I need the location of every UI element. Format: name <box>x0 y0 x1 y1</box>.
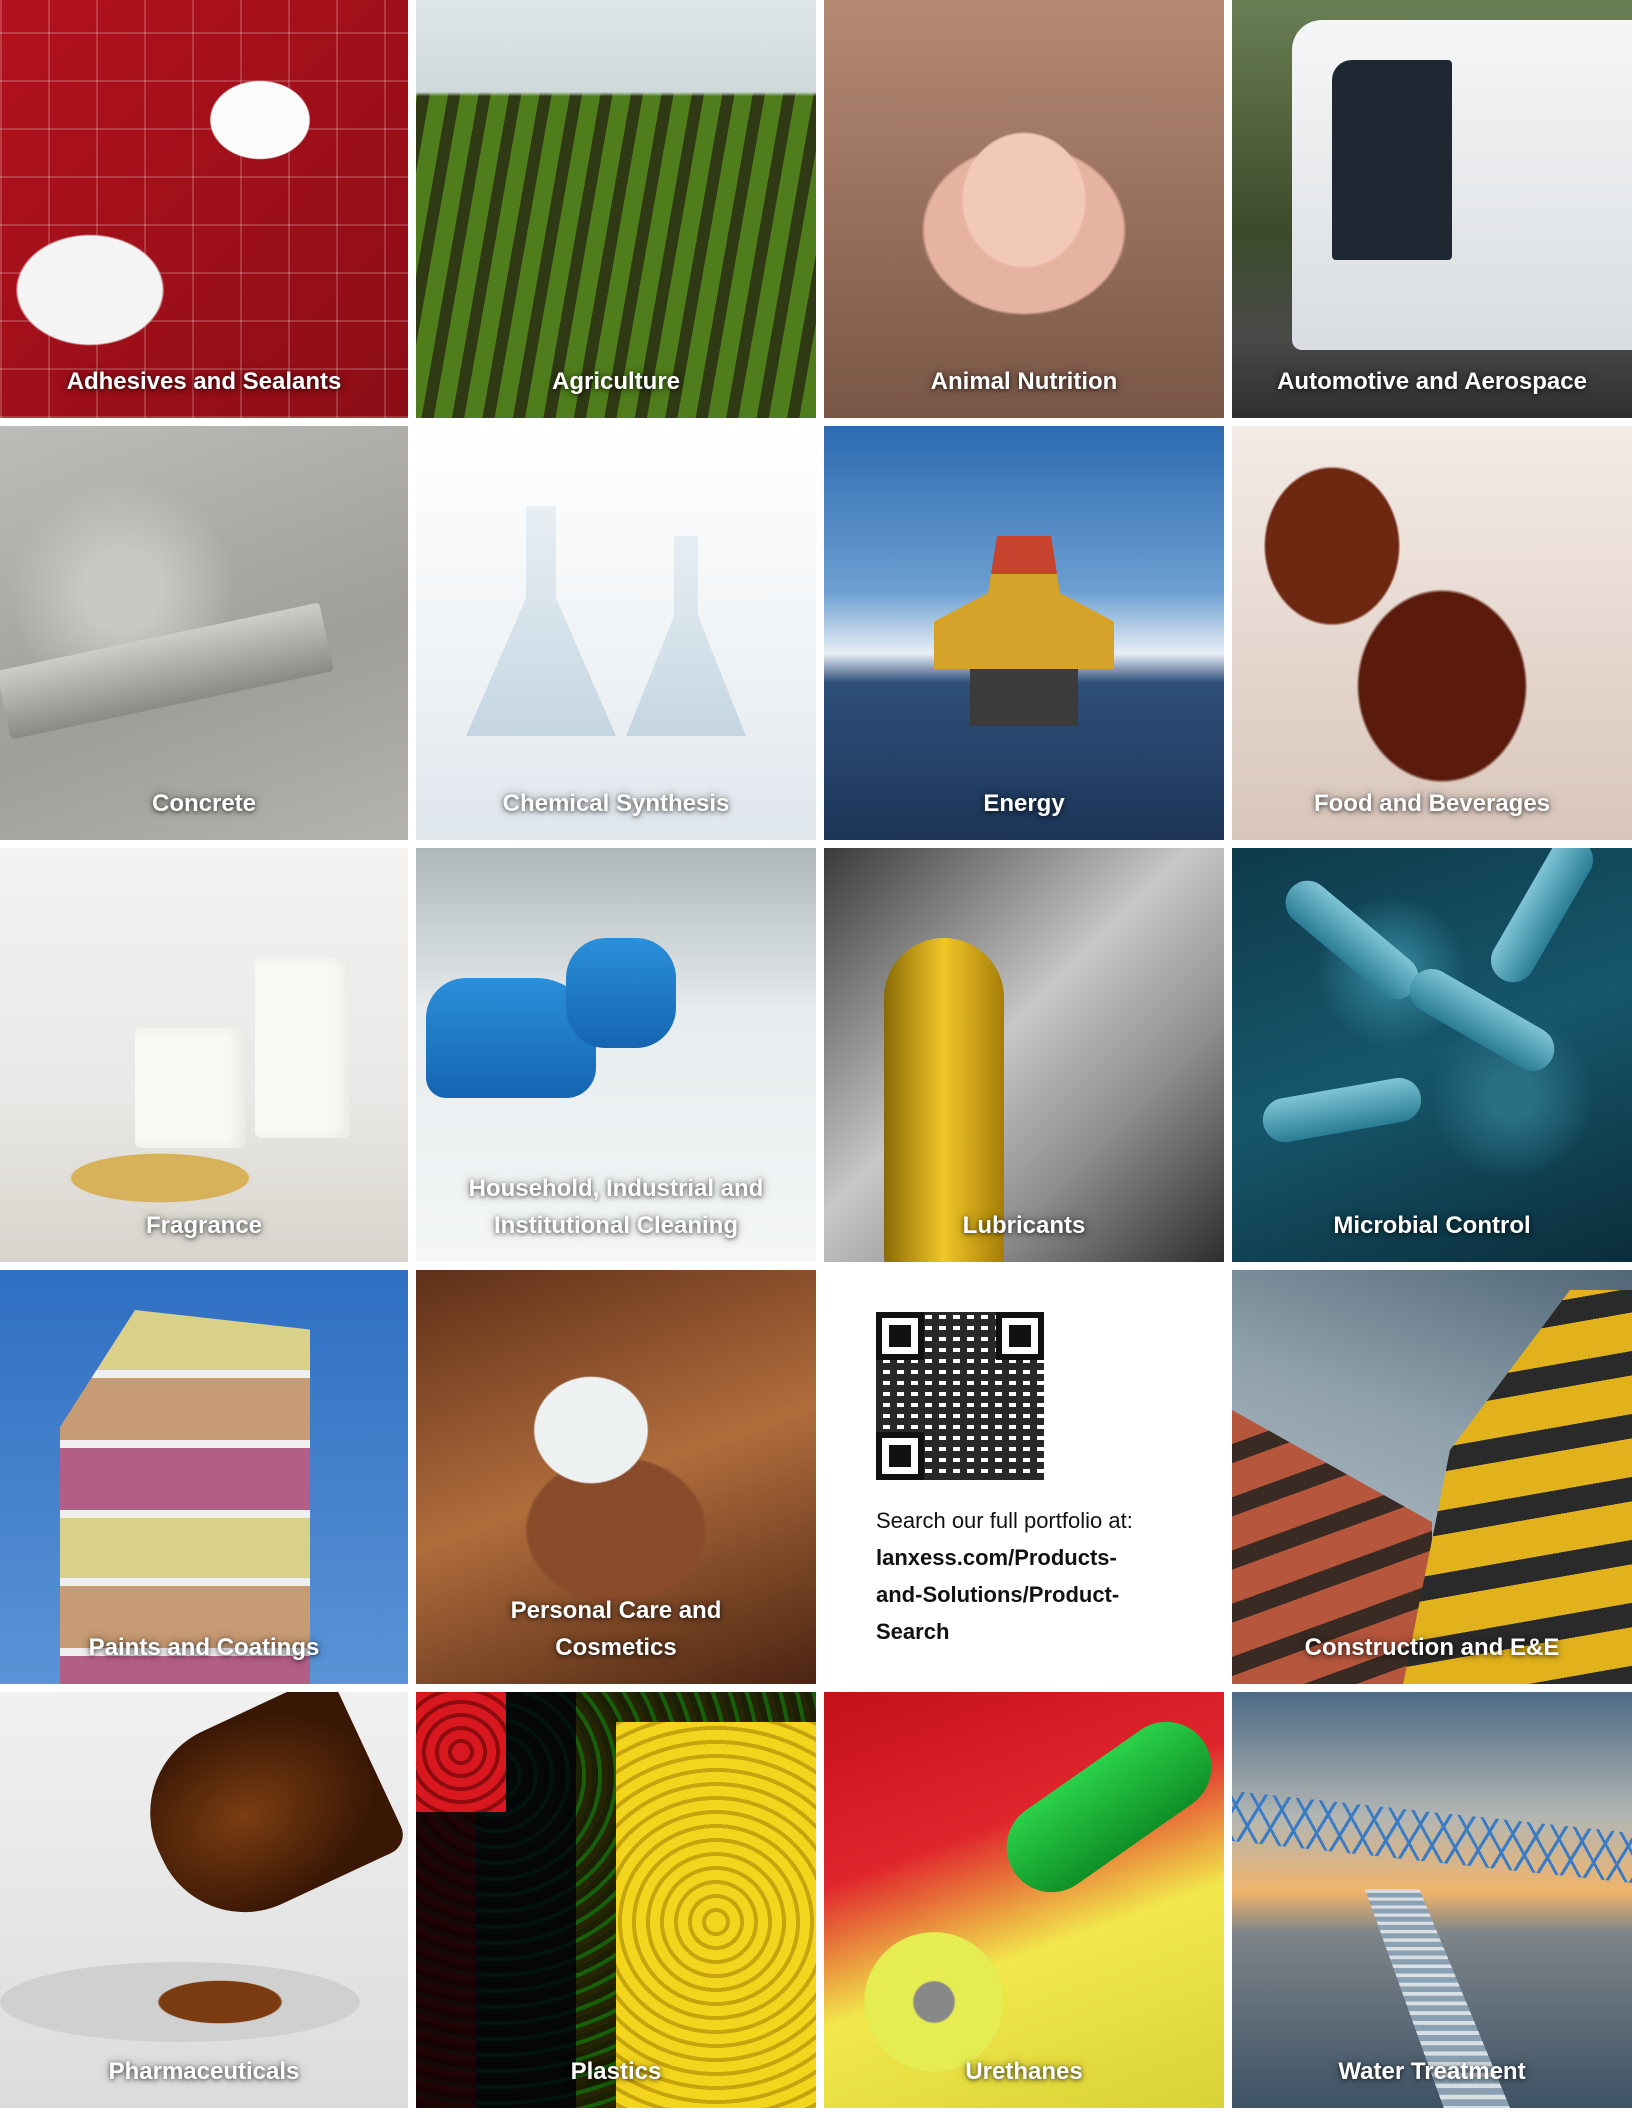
candle-illustration <box>255 958 350 1138</box>
tile-paints-and-coatings[interactable]: Paints and Coatings <box>0 1270 408 1684</box>
tile-label: Urethanes <box>965 2058 1083 2085</box>
wheel-illustration <box>864 1932 1004 2072</box>
bus-illustration <box>1292 20 1632 350</box>
tile-food-and-beverages[interactable]: Food and Beverages <box>1232 426 1632 840</box>
adhesives-image <box>0 0 408 418</box>
tile-agriculture[interactable]: Agriculture <box>416 0 816 418</box>
tile-lubricants[interactable]: Lubricants <box>824 848 1224 1262</box>
tile-automotive-and-aerospace[interactable]: Automotive and Aerospace <box>1232 0 1632 418</box>
portfolio-link-line: and-Solutions/Product- <box>876 1582 1120 1607</box>
portfolio-link[interactable]: lanxess.com/Products- and-Solutions/Prod… <box>876 1539 1206 1650</box>
spoon-illustration <box>0 1962 360 2042</box>
animal-nutrition-image <box>824 0 1224 418</box>
portfolio-link-line: lanxess.com/Products- <box>876 1545 1117 1570</box>
tile-label: Plastics <box>570 2058 662 2085</box>
tile-label: Pharmaceuticals <box>108 2058 300 2085</box>
portfolio-search-text: Search our full portfolio at: lanxess.co… <box>876 1502 1206 1650</box>
qr-finder-pattern <box>876 1432 924 1480</box>
tile-energy[interactable]: Energy <box>824 426 1224 840</box>
pellets-illustration <box>416 1692 506 1812</box>
tile-fragrance[interactable]: Fragrance <box>0 848 408 1262</box>
candle-illustration <box>135 1028 245 1148</box>
tile-construction-and-ee[interactable]: Construction and E&E <box>1232 1270 1632 1684</box>
industry-grid: Adhesives and Sealants Agriculture Anima… <box>0 0 1632 2112</box>
tile-label: Fragrance <box>145 1212 263 1239</box>
tile-concrete[interactable]: Concrete <box>0 426 408 840</box>
tile-adhesives-and-sealants[interactable]: Adhesives and Sealants <box>0 0 408 418</box>
tile-chemical-synthesis[interactable]: Chemical Synthesis <box>416 426 816 840</box>
tile-label: Microbial Control <box>1333 1212 1531 1239</box>
tile-label-line: Institutional Cleaning <box>494 1212 738 1239</box>
tile-personal-care-and-cosmetics[interactable]: Personal Care and Cosmetics <box>416 1270 816 1684</box>
tile-label: Animal Nutrition <box>930 368 1118 395</box>
tile-urethanes[interactable]: Urethanes <box>824 1692 1224 2108</box>
tile-label: Chemical Synthesis <box>502 790 730 817</box>
tile-label-line: Cosmetics <box>555 1634 677 1661</box>
tile-household-industrial-institutional-cleaning[interactable]: Household, Industrial and Institutional … <box>416 848 816 1262</box>
tile-label-line: Household, Industrial and <box>468 1175 764 1202</box>
tile-plastics[interactable]: Plastics <box>416 1692 816 2108</box>
portfolio-link-line: Search <box>876 1619 950 1644</box>
tile-water-treatment[interactable]: Water Treatment <box>1232 1692 1632 2108</box>
tile-label: Household, Industrial and Institutional … <box>416 1170 816 1244</box>
tile-animal-nutrition[interactable]: Animal Nutrition <box>824 0 1224 418</box>
tile-microbial-control[interactable]: Microbial Control <box>1232 848 1632 1262</box>
tile-label: Automotive and Aerospace <box>1277 368 1587 395</box>
portfolio-intro: Search our full portfolio at: <box>876 1508 1133 1533</box>
agriculture-image <box>416 0 816 418</box>
tile-label: Personal Care and Cosmetics <box>416 1592 816 1666</box>
chemical-synthesis-image <box>416 426 816 840</box>
tile-label: Agriculture <box>551 368 680 395</box>
qr-finder-pattern <box>876 1312 924 1360</box>
tile-pharmaceuticals[interactable]: Pharmaceuticals <box>0 1692 408 2108</box>
tile-label: Construction and E&E <box>1304 1634 1560 1661</box>
tile-label: Lubricants <box>962 1212 1086 1239</box>
tile-label: Water Treatment <box>1338 2058 1526 2085</box>
food-beverages-image <box>1232 426 1632 840</box>
tile-label-line: Personal Care and <box>510 1597 722 1624</box>
tile-label: Concrete <box>151 790 257 817</box>
tile-label: Paints and Coatings <box>88 1634 320 1661</box>
portfolio-search-tile: Search our full portfolio at: lanxess.co… <box>824 1270 1224 1684</box>
tile-label: Food and Beverages <box>1313 790 1551 817</box>
tile-label: Energy <box>983 790 1065 817</box>
qr-finder-pattern <box>996 1312 1044 1360</box>
glove-illustration <box>566 938 676 1048</box>
tile-label: Adhesives and Sealants <box>66 368 342 395</box>
pellets-illustration <box>616 1722 816 2108</box>
